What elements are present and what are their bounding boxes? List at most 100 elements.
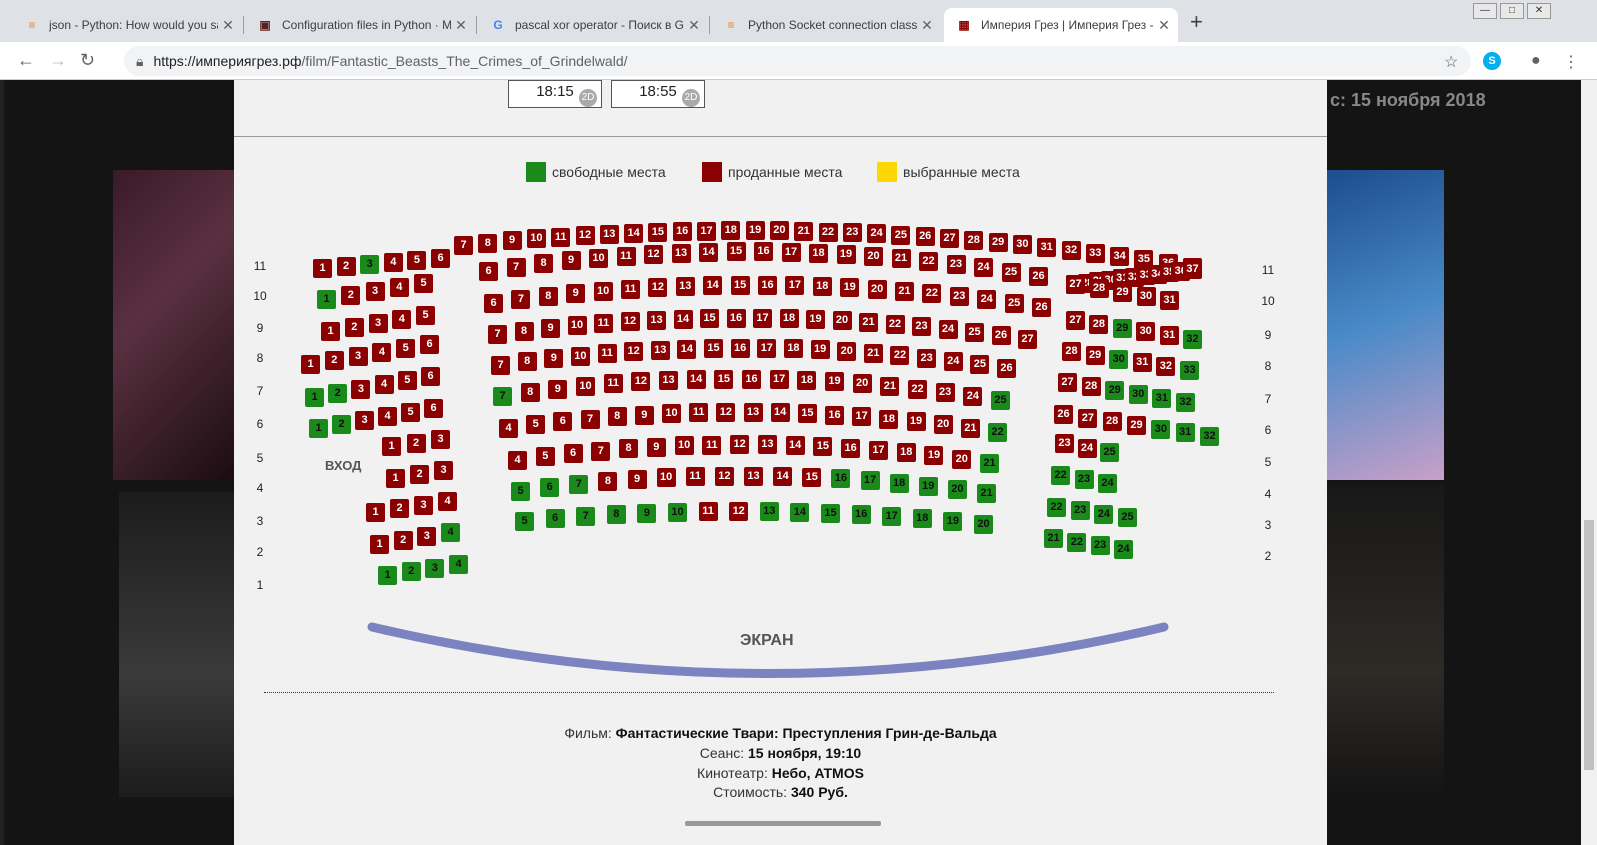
seat-free[interactable]: 6 — [545, 509, 565, 529]
tab-active[interactable]: ▦ Империя Грез | Империя Грез - о ✕ — [944, 8, 1178, 42]
legend-swatch — [702, 162, 722, 182]
menu-icon[interactable]: ⋮ — [1563, 52, 1579, 72]
seat-free[interactable]: 29 — [1112, 318, 1132, 338]
seat-free[interactable]: 22 — [1067, 532, 1087, 552]
seat-sold: 10 — [593, 281, 613, 301]
seat-free[interactable]: 2 — [328, 383, 348, 403]
seat-free[interactable]: 15 — [821, 503, 840, 523]
seat-free[interactable]: 3 — [425, 558, 445, 578]
seat-free[interactable]: 16 — [851, 505, 871, 524]
close-window-button[interactable]: ✕ — [1527, 3, 1551, 19]
seat-free[interactable]: 17 — [860, 471, 880, 491]
new-tab-button[interactable]: + — [1190, 11, 1203, 33]
seat-free[interactable]: 30 — [1109, 349, 1129, 369]
seat-free[interactable]: 25 — [1100, 443, 1119, 462]
seat-free[interactable]: 21 — [1044, 529, 1063, 548]
seat-free[interactable]: 4 — [441, 523, 460, 542]
seat-free[interactable]: 1 — [309, 419, 328, 438]
seat-free[interactable]: 14 — [790, 502, 810, 522]
horizontal-scrollbar[interactable] — [685, 821, 881, 826]
tab[interactable]: ≡ json - Python: How would you save ✕ — [12, 8, 242, 42]
poster-left-bottom[interactable] — [119, 492, 238, 797]
seat-free[interactable]: 24 — [1098, 474, 1117, 493]
tab[interactable]: ≡ Python Socket connection class - S✕ — [711, 8, 941, 42]
close-tab-icon[interactable]: ✕ — [218, 17, 238, 34]
seat-free[interactable]: 24 — [1114, 540, 1133, 559]
seat-free[interactable]: 8 — [606, 505, 626, 525]
seat-free[interactable]: 7 — [493, 387, 512, 406]
seat-free[interactable]: 10 — [668, 502, 687, 522]
scrollbar-thumb[interactable] — [1584, 520, 1594, 770]
showtime-option[interactable]: 18:15 2D — [508, 80, 602, 108]
seat-free[interactable]: 16 — [831, 469, 851, 489]
minimize-button[interactable]: — — [1473, 3, 1497, 19]
profile-icon[interactable]: ● — [1531, 52, 1541, 70]
seat-free[interactable]: 33 — [1180, 361, 1199, 380]
seat-free[interactable]: 23 — [1074, 470, 1094, 489]
seat-free[interactable]: 24 — [1094, 504, 1114, 524]
poster-left-top[interactable] — [113, 170, 238, 480]
seat-free[interactable]: 17 — [882, 506, 902, 526]
seat-free[interactable]: 5 — [515, 512, 534, 531]
seat-free[interactable]: 4 — [449, 555, 468, 574]
tab[interactable]: ▣ Configuration files in Python · Mart ✕ — [245, 8, 475, 42]
seat-free[interactable]: 5 — [511, 482, 530, 501]
seat-free[interactable]: 31 — [1152, 389, 1172, 408]
seat-free[interactable]: 21 — [977, 484, 996, 503]
seat-free[interactable]: 31 — [1175, 423, 1195, 443]
seat-free[interactable]: 20 — [974, 515, 993, 534]
close-tab-icon[interactable]: ✕ — [1154, 17, 1174, 34]
seat-free[interactable]: 25 — [1118, 508, 1137, 527]
seat-free[interactable]: 25 — [991, 391, 1010, 410]
close-tab-icon[interactable]: ✕ — [451, 17, 471, 34]
seat-free[interactable]: 21 — [980, 454, 999, 473]
vertical-scrollbar[interactable] — [1581, 80, 1597, 845]
seat-free[interactable]: 22 — [1051, 466, 1070, 485]
seat-free[interactable]: 6 — [540, 478, 560, 498]
seat-free[interactable]: 13 — [759, 501, 779, 521]
seat-sold: 12 — [624, 342, 644, 362]
seat-free[interactable]: 19 — [918, 476, 938, 496]
seat-free[interactable]: 1 — [305, 388, 324, 407]
seat-free[interactable]: 23 — [1090, 536, 1110, 556]
tab[interactable]: Gpascal xor operator - Поиск в Google✕ — [478, 8, 708, 42]
showtime-option[interactable]: 18:55 2D — [611, 80, 705, 108]
seat-free[interactable]: 3 — [360, 255, 380, 274]
seat-free[interactable]: 29 — [1105, 381, 1125, 400]
seat-free[interactable]: 19 — [943, 511, 963, 531]
seat-free[interactable]: 30 — [1128, 385, 1148, 404]
seat-free[interactable]: 7 — [576, 506, 596, 526]
back-icon[interactable]: ← — [17, 50, 35, 70]
seat-free[interactable]: 2 — [401, 562, 421, 582]
skype-icon[interactable]: S — [1483, 52, 1501, 70]
seat-sold: 11 — [616, 246, 636, 266]
seat-free[interactable]: 2 — [332, 415, 351, 434]
bookmark-star-icon[interactable]: ☆ — [1444, 52, 1458, 72]
close-tab-icon[interactable]: ✕ — [917, 17, 937, 34]
forward-icon[interactable]: → — [49, 50, 67, 70]
seat-free[interactable]: 18 — [912, 509, 932, 529]
close-tab-icon[interactable]: ✕ — [684, 17, 704, 34]
seat-free[interactable]: 22 — [988, 423, 1007, 442]
seat-free[interactable]: 22 — [1047, 498, 1066, 517]
legend-selected: выбранные места — [877, 162, 1020, 182]
row-label: 3 — [1264, 518, 1272, 532]
reload-icon[interactable]: ↻ — [80, 50, 95, 70]
seat-free[interactable]: 32 — [1183, 330, 1202, 349]
maximize-button[interactable]: □ — [1500, 3, 1524, 19]
seat-sold: 5 — [396, 339, 416, 358]
seat-free[interactable]: 32 — [1200, 427, 1219, 446]
seat-free[interactable]: 32 — [1176, 393, 1195, 412]
seat-sold: 1 — [386, 469, 405, 488]
seat-free[interactable]: 18 — [889, 473, 909, 493]
address-bar[interactable]: 🔒︎ https://империягрез.рф/film/Fantastic… — [124, 46, 1471, 76]
seat-free[interactable]: 1 — [317, 290, 336, 309]
seat-free[interactable]: 7 — [569, 475, 589, 495]
seat-free[interactable]: 20 — [947, 480, 967, 499]
seat-sold: 2 — [410, 465, 429, 484]
seat-free[interactable]: 1 — [378, 566, 397, 585]
seat-free[interactable]: 30 — [1151, 419, 1171, 439]
seat-sold: 31 — [1132, 353, 1152, 373]
seat-free[interactable]: 23 — [1070, 501, 1090, 521]
seat-free[interactable]: 9 — [637, 503, 657, 523]
